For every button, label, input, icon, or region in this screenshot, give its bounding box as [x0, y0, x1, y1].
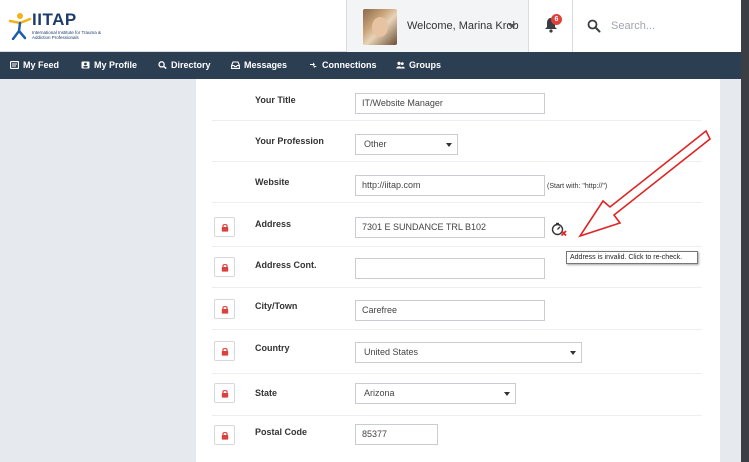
user-menu[interactable]: Welcome, Marina Krob [346, 0, 528, 52]
address-invalid-icon[interactable] [551, 222, 567, 236]
lock-icon [221, 263, 229, 272]
form-row-your-title: Your Title IT/Website Manager [196, 79, 720, 121]
search-input[interactable] [611, 18, 731, 34]
top-header: IITAP International Institute for Trauma… [0, 0, 749, 52]
avatar[interactable] [363, 9, 397, 45]
lock-icon [221, 389, 229, 398]
privacy-lock-button[interactable] [214, 425, 235, 445]
welcome-text[interactable]: Welcome, Marina Krob [407, 20, 519, 32]
lock-icon [221, 223, 229, 232]
address-cont-label: Address Cont. [255, 260, 317, 270]
nav-directory[interactable]: Directory [158, 52, 211, 79]
address-label: Address [255, 219, 292, 229]
iitap-logo[interactable]: IITAP International Institute for Trauma… [6, 10, 116, 44]
form-row-city: City/Town Carefree [196, 288, 720, 330]
form-row-website: Website http://iitap.com (Start with: "h… [196, 162, 720, 203]
nav-my-feed[interactable]: My Feed [10, 52, 59, 79]
city-input[interactable]: Carefree [355, 300, 545, 321]
nav-label: Messages [244, 60, 288, 70]
profession-selected-value: Other [364, 139, 387, 149]
logo-brand-text: IITAP [32, 10, 77, 29]
website-input[interactable]: http://iitap.com [355, 175, 545, 196]
nav-groups[interactable]: Groups [396, 52, 441, 79]
country-label: Country [255, 343, 290, 353]
form-row-profession: Your Profession Other [196, 121, 720, 162]
postal-code-input[interactable]: 85377 [355, 424, 438, 445]
state-selected-value: Arizona [364, 388, 395, 398]
privacy-lock-button[interactable] [214, 299, 235, 319]
profile-form-panel: Your Title IT/Website Manager Your Profe… [196, 79, 720, 462]
feed-icon [10, 61, 19, 69]
chevron-down-icon[interactable] [508, 24, 516, 28]
form-row-country: Country United States [196, 330, 720, 374]
chevron-down-icon [504, 392, 510, 396]
main-navbar: My Feed My Profile Directory Messages Co… [0, 52, 741, 79]
country-select[interactable]: United States [355, 342, 582, 363]
logo-tagline: International Institute for Trauma & Add… [32, 30, 102, 40]
lock-icon [221, 431, 229, 440]
chevron-down-icon [446, 143, 452, 147]
lock-icon [221, 347, 229, 356]
logo-figure-icon [8, 13, 32, 40]
inbox-icon [231, 61, 240, 69]
nav-label: Connections [322, 60, 377, 70]
privacy-lock-button[interactable] [214, 341, 235, 361]
your-title-label: Your Title [255, 95, 296, 105]
notifications-button[interactable]: 6 [528, 0, 572, 52]
form-row-state: State Arizona [196, 374, 720, 416]
chevron-down-icon [570, 351, 576, 355]
city-label: City/Town [255, 301, 298, 311]
nav-label: Directory [171, 60, 211, 70]
profession-select[interactable]: Other [355, 134, 458, 155]
address-cont-input[interactable] [355, 258, 545, 279]
connections-icon [310, 62, 317, 68]
nav-connections[interactable]: Connections [309, 52, 377, 79]
address-invalid-tooltip: Address is invalid. Click to re-check. [566, 251, 698, 264]
window-edge [741, 0, 749, 462]
groups-icon [396, 61, 405, 69]
search-icon[interactable] [587, 19, 601, 33]
form-row-postal-code: Postal Code 85377 [196, 416, 720, 462]
country-selected-value: United States [364, 347, 419, 357]
nav-messages[interactable]: Messages [231, 52, 287, 79]
lock-icon [221, 305, 229, 314]
notification-count-badge: 6 [551, 14, 562, 25]
search-box [572, 0, 742, 52]
privacy-lock-button[interactable] [214, 383, 235, 403]
profile-icon [81, 61, 90, 69]
form-row-address: Address 7301 E SUNDANCE TRL B102 [196, 203, 720, 247]
nav-label: My Feed [23, 60, 60, 70]
privacy-lock-button[interactable] [214, 257, 235, 277]
state-select[interactable]: Arizona [355, 383, 516, 404]
state-label: State [255, 388, 278, 398]
website-hint: (Start with: "http://") [547, 183, 608, 190]
privacy-lock-button[interactable] [214, 217, 235, 237]
postal-code-label: Postal Code [255, 427, 308, 437]
search-icon [158, 61, 167, 69]
nav-my-profile[interactable]: My Profile [81, 52, 137, 79]
profession-label: Your Profession [255, 136, 324, 146]
website-label: Website [255, 177, 290, 187]
your-title-input[interactable]: IT/Website Manager [355, 93, 545, 114]
address-input[interactable]: 7301 E SUNDANCE TRL B102 [355, 217, 545, 238]
nav-label: Groups [409, 60, 442, 70]
nav-label: My Profile [94, 60, 138, 70]
